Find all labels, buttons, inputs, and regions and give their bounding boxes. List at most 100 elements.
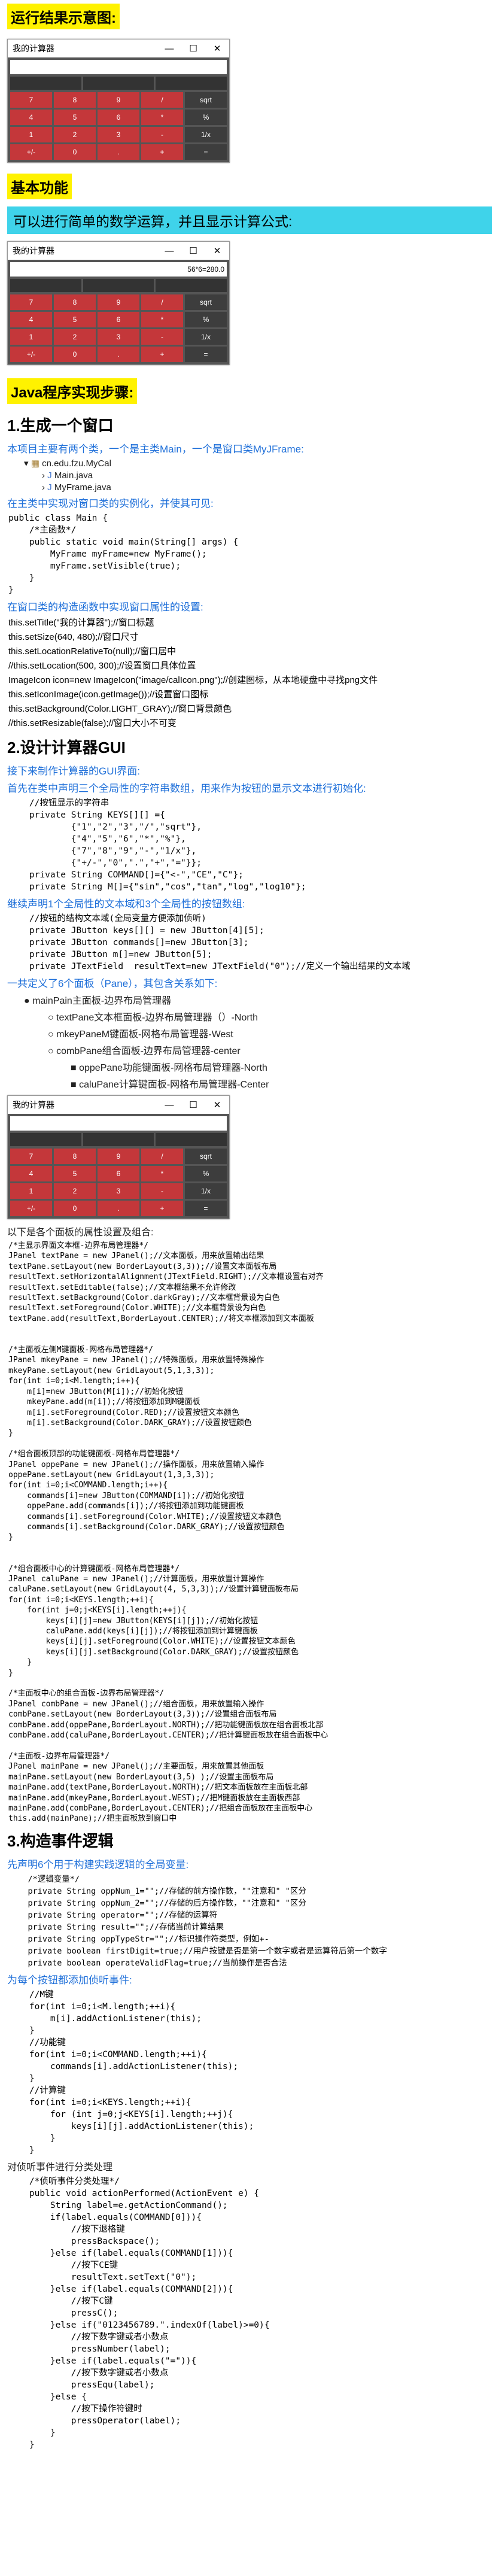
ce-key[interactable] (83, 77, 154, 90)
calc-key[interactable]: % (185, 1166, 227, 1181)
calc-key[interactable]: 2 (54, 329, 96, 345)
calc-key[interactable]: / (141, 294, 183, 310)
calc-key[interactable]: + (141, 144, 183, 160)
calc-key[interactable]: 9 (98, 294, 139, 310)
calc-key[interactable]: / (141, 1149, 183, 1164)
calc-key[interactable]: 7 (10, 294, 52, 310)
calc-key[interactable]: 2 (54, 1183, 96, 1199)
calc-key[interactable]: = (185, 144, 227, 160)
calc-key[interactable]: 1 (10, 1183, 52, 1199)
calc-key[interactable]: sqrt (185, 294, 227, 310)
calc-key[interactable]: 3 (98, 329, 139, 345)
result-title: 运行结果示意图: (7, 4, 120, 29)
calc-key[interactable]: - (141, 1183, 183, 1199)
calc-key[interactable]: sqrt (185, 1149, 227, 1164)
basic-title: 基本功能 (7, 174, 72, 199)
step2-desc5: 以下是各个面板的属性设置及组合: (7, 1228, 154, 1238)
calc-key[interactable]: 7 (10, 1149, 52, 1164)
calc-key[interactable]: +/- (10, 1201, 52, 1216)
basic-desc: 可以进行简单的数学运算，并且显示计算公式: (7, 206, 492, 234)
calc-key[interactable]: 1/x (185, 1183, 227, 1199)
calc-key[interactable]: 9 (98, 92, 139, 108)
step3-desc2: 为每个按钮都添加侦听事件: (7, 1974, 132, 1986)
calc-key[interactable]: + (141, 1201, 183, 1216)
package-item[interactable]: ▾ ▦ cn.edu.fzu.MyCal (24, 458, 499, 469)
c-key[interactable] (156, 279, 227, 292)
close-icon[interactable]: ✕ (205, 43, 229, 54)
calc-key[interactable]: 4 (10, 110, 52, 125)
calc-key[interactable]: = (185, 1201, 227, 1216)
maximize-icon[interactable]: ☐ (181, 1099, 205, 1110)
calc-display (10, 60, 227, 74)
code-main: public class Main { /*主函数*/ public stati… (8, 514, 239, 595)
calc-key[interactable]: 6 (98, 1166, 139, 1181)
calc-key[interactable]: * (141, 1166, 183, 1181)
calc-key[interactable]: 8 (54, 294, 96, 310)
close-icon[interactable]: ✕ (205, 245, 229, 256)
window-titlebar: 我的计算器 — ☐ ✕ (8, 242, 229, 260)
calc-key[interactable]: 5 (54, 312, 96, 327)
calc-key[interactable]: +/- (10, 144, 52, 160)
calc-key[interactable]: 8 (54, 92, 96, 108)
calc-key[interactable]: 0 (54, 1201, 96, 1216)
calc-key[interactable]: 7 (10, 92, 52, 108)
calc-key[interactable]: 5 (54, 1166, 96, 1181)
calc-key[interactable]: 6 (98, 312, 139, 327)
calc-key[interactable]: 1 (10, 329, 52, 345)
c-key[interactable] (156, 77, 227, 90)
calc-key[interactable]: 2 (54, 127, 96, 142)
calc-key[interactable]: sqrt (185, 92, 227, 108)
calc-key[interactable]: 0 (54, 144, 96, 160)
steps-title: Java程序实现步骤: (7, 378, 138, 404)
backspace-key[interactable] (10, 1133, 81, 1146)
calc-key[interactable]: + (141, 347, 183, 362)
calc-key[interactable]: 3 (98, 127, 139, 142)
calc-key[interactable]: 1/x (185, 329, 227, 345)
calc-key[interactable]: / (141, 92, 183, 108)
calc-key[interactable]: 1 (10, 127, 52, 142)
calculator-window-2: 我的计算器 — ☐ ✕ 56*6=280.0 7 8 9/sqrt 4 5 6 *% 1 2 3-… (7, 241, 230, 365)
minimize-icon[interactable]: — (157, 44, 181, 54)
calc-key[interactable]: . (98, 1201, 139, 1216)
panel-list-item: ■ oppePane功能键面板-网格布局管理器-North (71, 1063, 267, 1073)
calc-key[interactable]: 8 (54, 1149, 96, 1164)
step3-desc: 先声明6个用于构建实践逻辑的全局变量: (7, 1858, 189, 1870)
file-item[interactable]: › J Main.java (42, 470, 499, 481)
calc-key[interactable]: 3 (98, 1183, 139, 1199)
calc-key[interactable]: 0 (54, 347, 96, 362)
minimize-icon[interactable]: — (157, 1100, 181, 1110)
step1-desc: 本项目主要有两个类，一个是主类Main，一个是窗口类MyJFrame: (7, 443, 304, 455)
calc-key[interactable]: % (185, 312, 227, 327)
calc-key[interactable]: % (185, 110, 227, 125)
calc-key[interactable]: . (98, 144, 139, 160)
calc-key[interactable]: - (141, 329, 183, 345)
backspace-key[interactable] (10, 77, 81, 90)
function-keys (8, 1133, 229, 1146)
calc-key[interactable]: * (141, 110, 183, 125)
calc-key[interactable]: 5 (54, 110, 96, 125)
calc-key[interactable]: 4 (10, 312, 52, 327)
file-item[interactable]: › J MyFrame.java (42, 482, 499, 493)
step1-desc2: 在主类中实现对窗口类的实例化，并使其可见: (7, 498, 214, 509)
calc-key[interactable]: = (185, 347, 227, 362)
calc-key[interactable]: 4 (10, 1166, 52, 1181)
step2-desc4: 一共定义了6个面板（Pane），其包含关系如下: (7, 978, 218, 989)
calc-key[interactable]: 1/x (185, 127, 227, 142)
backspace-key[interactable] (10, 279, 81, 292)
panel-list-item: ○ combPane组合面板-边界布局管理器-center (48, 1046, 241, 1056)
ce-key[interactable] (83, 1133, 154, 1146)
maximize-icon[interactable]: ☐ (181, 43, 205, 54)
calc-key[interactable]: * (141, 312, 183, 327)
calc-key[interactable]: - (141, 127, 183, 142)
ce-key[interactable] (83, 279, 154, 292)
close-icon[interactable]: ✕ (205, 1099, 229, 1110)
maximize-icon[interactable]: ☐ (181, 245, 205, 256)
calc-key[interactable]: 6 (98, 110, 139, 125)
minimize-icon[interactable]: — (157, 246, 181, 256)
key-grid-1: 7 8 9/sqrt 4 5 6 *% 1 2 3-1/x +/- 0. + = (8, 90, 229, 162)
calc-key[interactable]: +/- (10, 347, 52, 362)
step2-title: 2.设计计算器GUI (7, 739, 126, 757)
calc-key[interactable]: 9 (98, 1149, 139, 1164)
calc-key[interactable]: . (98, 347, 139, 362)
c-key[interactable] (156, 1133, 227, 1146)
